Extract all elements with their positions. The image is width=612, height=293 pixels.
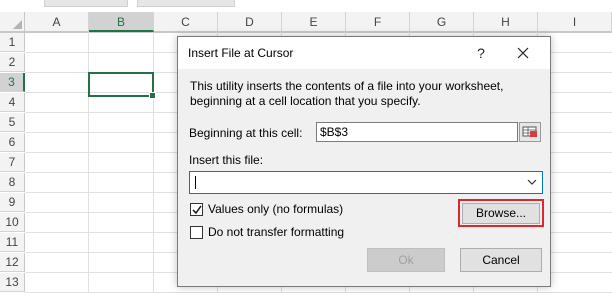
ok-button[interactable]: Ok (367, 248, 445, 272)
dialog-titlebar[interactable]: Insert File at Cursor ? (178, 37, 550, 69)
row-header-5[interactable]: 5 (0, 113, 25, 132)
sheet-tab-hint (44, 0, 128, 7)
values-only-checkbox[interactable] (190, 203, 203, 216)
browse-button[interactable]: Browse... (462, 203, 540, 224)
row-header-9[interactable]: 9 (0, 193, 25, 212)
column-header-c[interactable]: C (154, 12, 218, 32)
row-header-7[interactable]: 7 (0, 153, 25, 172)
values-only-label[interactable]: Values only (no formulas) (208, 202, 343, 216)
start-cell-label: Beginning at this cell: (189, 126, 303, 140)
ribbon-edge (0, 0, 612, 12)
dialog-description: This utility inserts the contents of a f… (190, 79, 504, 108)
range-select-icon (522, 126, 537, 137)
text-caret (195, 176, 196, 189)
close-button[interactable] (508, 40, 538, 66)
column-header-e[interactable]: E (282, 12, 346, 32)
close-icon (517, 47, 529, 59)
cancel-button[interactable]: Cancel (460, 248, 542, 272)
row-header-4[interactable]: 4 (0, 93, 25, 112)
sheet-tab-hint (137, 0, 235, 7)
dialog-title: Insert File at Cursor (188, 46, 294, 60)
row-header-13[interactable]: 13 (0, 273, 25, 292)
row-header-2[interactable]: 2 (0, 53, 25, 72)
active-cell-b3[interactable] (88, 72, 156, 99)
column-header-g[interactable]: G (410, 12, 474, 32)
insert-file-dialog: Insert File at Cursor ? This utility ins… (177, 36, 551, 287)
range-select-button[interactable] (519, 122, 541, 142)
row-header-8[interactable]: 8 (0, 173, 25, 192)
row-header-3[interactable]: 3 (0, 73, 25, 92)
column-header-b[interactable]: B (89, 12, 154, 32)
help-button[interactable]: ? (470, 42, 492, 64)
column-gridline (88, 32, 89, 292)
column-header-a[interactable]: A (25, 12, 89, 32)
column-header-f[interactable]: F (346, 12, 410, 32)
select-all-corner[interactable] (0, 12, 25, 32)
insert-file-label: Insert this file: (189, 153, 264, 167)
column-gridline (153, 32, 154, 292)
row-header-12[interactable]: 12 (0, 253, 25, 272)
file-path-combobox[interactable] (189, 171, 543, 194)
column-header-h[interactable]: H (474, 12, 538, 32)
column-header-i[interactable]: I (538, 12, 612, 32)
row-header-10[interactable]: 10 (0, 213, 25, 232)
row-header-11[interactable]: 11 (0, 233, 25, 252)
row-header-6[interactable]: 6 (0, 133, 25, 152)
no-formatting-checkbox[interactable] (190, 226, 203, 239)
row-header-1[interactable]: 1 (0, 33, 25, 52)
start-cell-input[interactable]: $B$3 (316, 122, 518, 142)
no-formatting-label[interactable]: Do not transfer formatting (208, 225, 344, 239)
chevron-down-icon[interactable] (527, 179, 537, 185)
column-header-d[interactable]: D (218, 12, 282, 32)
checkmark-icon (192, 205, 202, 215)
